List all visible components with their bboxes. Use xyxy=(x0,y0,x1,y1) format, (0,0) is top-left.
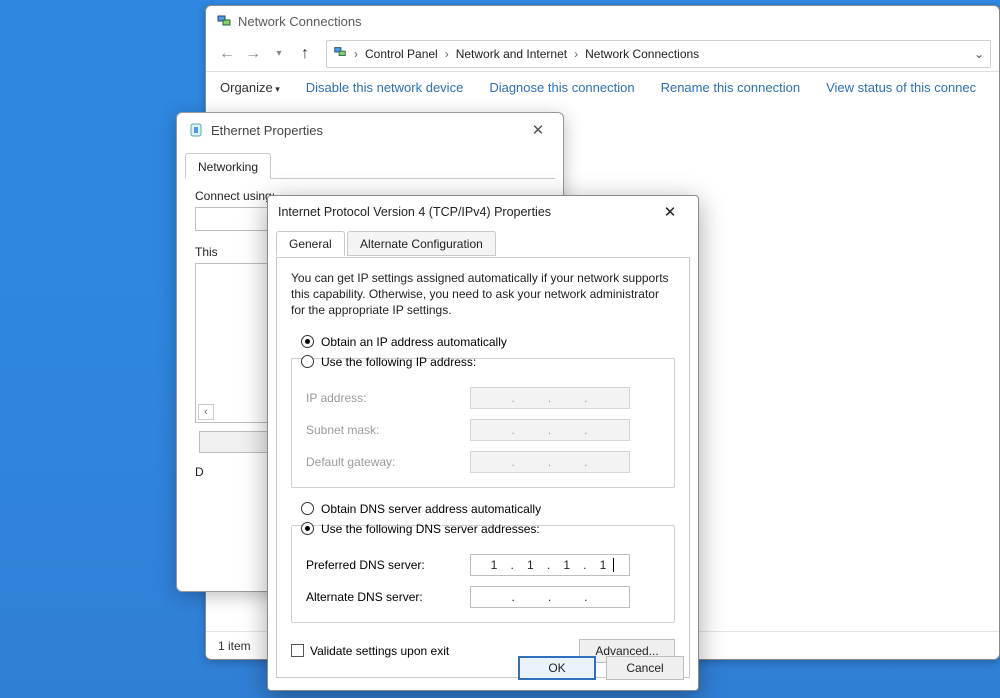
dialog-titlebar: Ethernet Properties ✕ xyxy=(177,113,563,147)
organize-menu[interactable]: Organize xyxy=(220,80,280,95)
ip-address-input: ... xyxy=(470,387,630,409)
default-gateway-input: ... xyxy=(470,451,630,473)
rename-cmd[interactable]: Rename this connection xyxy=(661,80,800,95)
alternate-dns-input[interactable]: . . . xyxy=(470,586,630,608)
preferred-dns-input[interactable]: 1. 1. 1. 1 xyxy=(470,554,630,576)
nav-forward-button[interactable]: → xyxy=(240,41,266,67)
preferred-dns-label: Preferred DNS server: xyxy=(306,558,470,572)
chevron-right-icon: › xyxy=(354,47,358,61)
intro-text: You can get IP settings assigned automat… xyxy=(291,270,675,319)
ipv4-properties-dialog: Internet Protocol Version 4 (TCP/IPv4) P… xyxy=(267,195,699,691)
radio-obtain-dns-auto[interactable] xyxy=(301,502,314,515)
nav-row: ← → ▾ ↑ › Control Panel › Network and In… xyxy=(206,36,999,72)
network-icon xyxy=(216,13,232,29)
window-titlebar: Network Connections xyxy=(206,6,999,36)
scroll-left-button[interactable]: ‹ xyxy=(198,404,214,420)
close-button[interactable]: ✕ xyxy=(652,200,688,224)
breadcrumb-item[interactable]: Network Connections xyxy=(585,47,699,61)
dialog-title: Internet Protocol Version 4 (TCP/IPv4) P… xyxy=(278,205,551,219)
nav-up-button[interactable]: ↑ xyxy=(292,41,318,67)
ethernet-icon xyxy=(187,121,205,139)
chevron-right-icon: › xyxy=(445,47,449,61)
radio-use-ip-label: Use the following IP address: xyxy=(321,355,476,369)
validate-settings-label: Validate settings upon exit xyxy=(310,644,449,658)
radio-obtain-ip-auto-label: Obtain an IP address automatically xyxy=(321,335,507,349)
radio-use-dns[interactable] xyxy=(301,522,314,535)
tab-general[interactable]: General xyxy=(276,231,345,256)
computer-icon xyxy=(333,45,347,62)
chevron-down-icon[interactable]: ⌄ xyxy=(974,47,984,61)
window-title: Network Connections xyxy=(238,14,362,29)
nav-back-button[interactable]: ← xyxy=(214,41,240,67)
tab-networking[interactable]: Networking xyxy=(185,153,271,179)
disable-device-cmd[interactable]: Disable this network device xyxy=(306,80,464,95)
close-button[interactable]: ✕ xyxy=(523,120,553,140)
ok-button[interactable]: OK xyxy=(518,656,596,680)
validate-settings-checkbox[interactable] xyxy=(291,644,304,657)
radio-obtain-ip-auto[interactable] xyxy=(301,335,314,348)
dialog-footer: OK Cancel xyxy=(518,656,684,680)
nav-history-button[interactable]: ▾ xyxy=(266,41,292,67)
chevron-right-icon: › xyxy=(574,47,578,61)
diagnose-cmd[interactable]: Diagnose this connection xyxy=(489,80,634,95)
text-cursor xyxy=(613,558,614,572)
subnet-mask-label: Subnet mask: xyxy=(306,423,470,437)
tab-bar: General Alternate Configuration xyxy=(276,230,690,258)
alternate-dns-label: Alternate DNS server: xyxy=(306,590,470,604)
breadcrumb-item[interactable]: Network and Internet xyxy=(456,47,567,61)
subnet-mask-input: ... xyxy=(470,419,630,441)
dns-fields-group: Preferred DNS server: 1. 1. 1. 1 Alterna… xyxy=(291,525,675,623)
ip-fields-group: IP address: ... Subnet mask: ... Default… xyxy=(291,358,675,488)
dialog-title: Ethernet Properties xyxy=(211,123,323,138)
radio-use-dns-label: Use the following DNS server addresses: xyxy=(321,522,540,536)
general-tab-panel: You can get IP settings assigned automat… xyxy=(276,258,690,678)
ip-address-label: IP address: xyxy=(306,391,470,405)
status-item-count: 1 item xyxy=(218,639,251,653)
cancel-button[interactable]: Cancel xyxy=(606,656,684,680)
address-bar[interactable]: › Control Panel › Network and Internet ›… xyxy=(326,40,991,68)
breadcrumb-item[interactable]: Control Panel xyxy=(365,47,438,61)
dialog-titlebar: Internet Protocol Version 4 (TCP/IPv4) P… xyxy=(268,196,698,228)
tab-alternate-configuration[interactable]: Alternate Configuration xyxy=(347,231,496,256)
radio-use-ip[interactable] xyxy=(301,355,314,368)
view-status-cmd[interactable]: View status of this connec xyxy=(826,80,976,95)
command-bar: Organize Disable this network device Dia… xyxy=(206,72,999,103)
tab-bar: Networking xyxy=(185,149,555,179)
default-gateway-label: Default gateway: xyxy=(306,455,470,469)
radio-obtain-dns-auto-label: Obtain DNS server address automatically xyxy=(321,502,541,516)
